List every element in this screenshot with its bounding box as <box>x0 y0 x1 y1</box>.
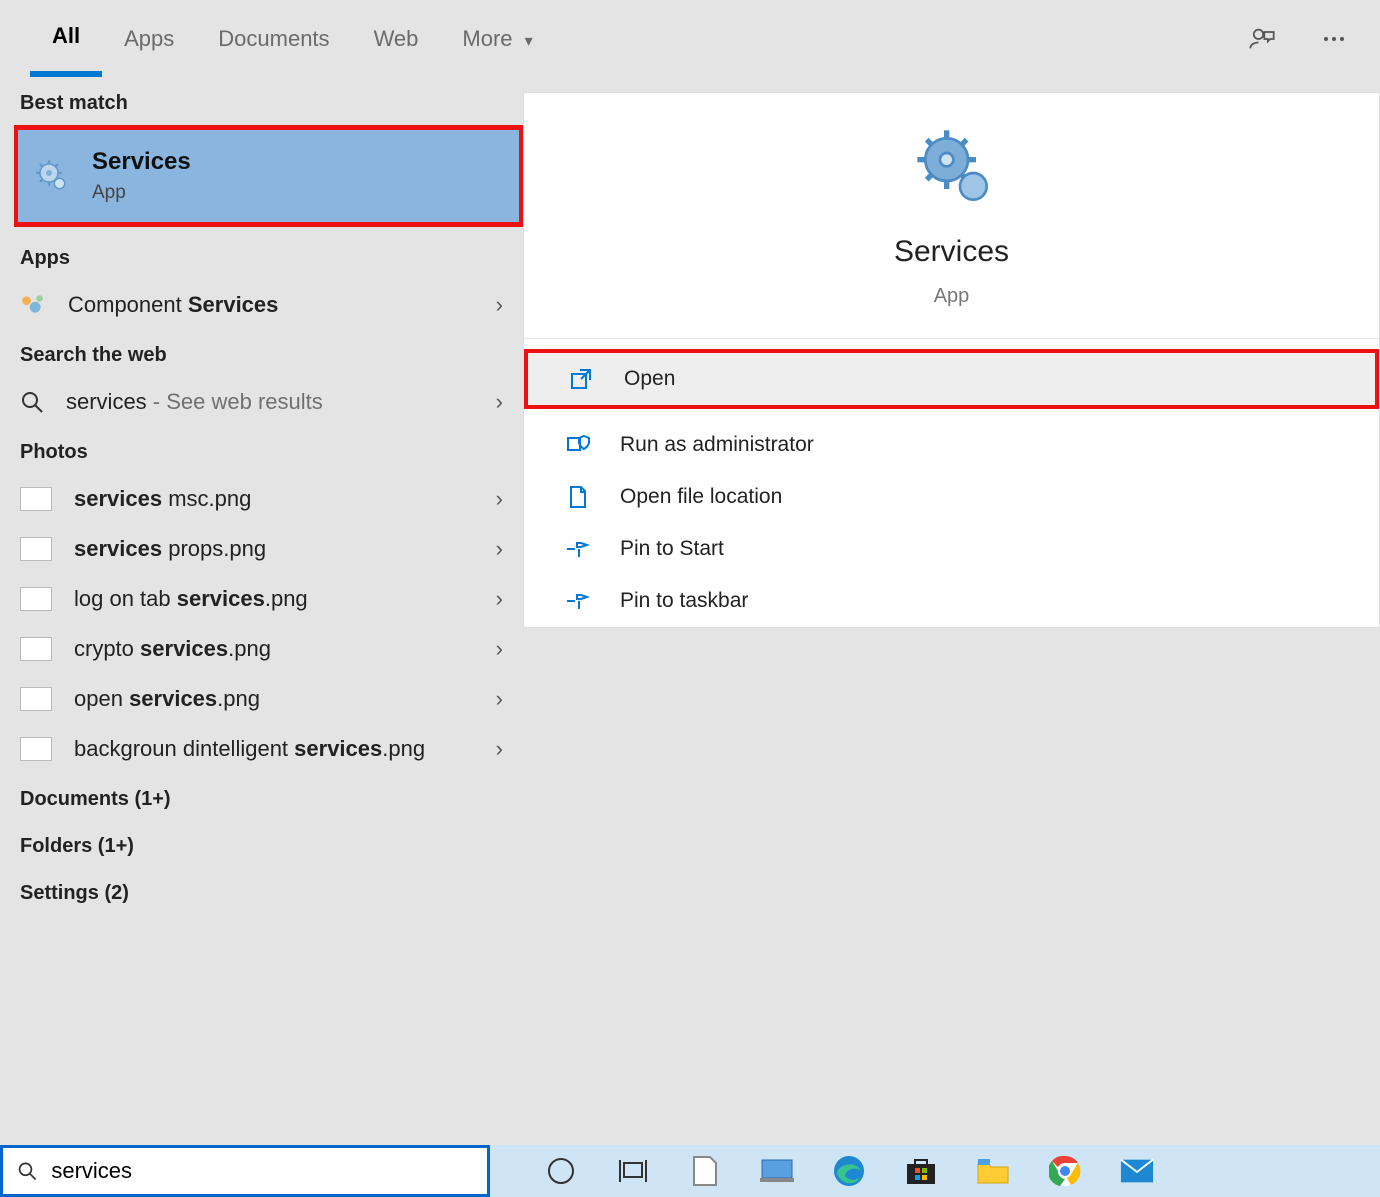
image-thumbnail-icon <box>20 487 52 511</box>
tab-apps[interactable]: Apps <box>102 4 196 74</box>
best-match-title: Services <box>92 148 191 176</box>
action-label: Open file location <box>620 485 782 509</box>
result-photo[interactable]: log on tab services.png › <box>0 574 523 624</box>
file-explorer-icon[interactable] <box>976 1154 1010 1188</box>
section-settings[interactable]: Settings (2) <box>0 868 523 915</box>
cortana-icon[interactable] <box>544 1154 578 1188</box>
chevron-down-icon: ▾ <box>525 33 533 50</box>
action-run-as-admin[interactable]: Run as administrator <box>524 419 1379 471</box>
chevron-right-icon: › <box>496 586 503 612</box>
result-label: services - See web results <box>66 389 323 415</box>
shield-icon <box>564 433 592 457</box>
action-label: Pin to Start <box>620 537 724 561</box>
chevron-right-icon: › <box>496 292 503 318</box>
preview-subtitle: App <box>934 285 970 308</box>
result-photo[interactable]: crypto services.png › <box>0 624 523 674</box>
libreoffice-icon[interactable] <box>688 1154 722 1188</box>
tab-more[interactable]: More ▾ <box>440 4 554 74</box>
section-best-match: Best match <box>0 78 523 125</box>
result-label: open services.png <box>74 686 260 712</box>
result-label: services msc.png <box>74 486 251 512</box>
result-label: crypto services.png <box>74 636 271 662</box>
result-photo[interactable]: backgroun dintelligent services.png › <box>0 724 523 774</box>
section-documents[interactable]: Documents (1+) <box>0 774 523 821</box>
image-thumbnail-icon <box>20 737 52 761</box>
action-open[interactable]: Open <box>524 349 1379 409</box>
chevron-right-icon: › <box>496 389 503 415</box>
edge-icon[interactable] <box>832 1154 866 1188</box>
result-photo[interactable]: services msc.png › <box>0 474 523 524</box>
preview-actions: Open Run as administrator Open file loca… <box>524 349 1379 627</box>
action-open-file-location[interactable]: Open file location <box>524 471 1379 523</box>
folder-icon <box>564 485 592 509</box>
open-icon <box>568 367 596 391</box>
best-match-subtitle: App <box>92 182 191 204</box>
tab-all[interactable]: All <box>30 1 102 77</box>
preview-title: Services <box>894 235 1009 269</box>
taskbar-search[interactable] <box>0 1145 490 1197</box>
search-tabs: All Apps Documents Web More ▾ <box>0 0 1380 78</box>
result-label: services props.png <box>74 536 266 562</box>
section-web: Search the web <box>0 330 523 377</box>
image-thumbnail-icon <box>20 537 52 561</box>
search-icon <box>20 390 44 414</box>
chevron-right-icon: › <box>496 636 503 662</box>
task-view-icon[interactable] <box>616 1154 650 1188</box>
gear-icon <box>34 158 70 194</box>
more-options-icon[interactable] <box>1318 23 1350 55</box>
section-apps: Apps <box>0 233 523 280</box>
search-icon <box>17 1160 37 1182</box>
action-label: Pin to taskbar <box>620 589 748 613</box>
result-label: backgroun dintelligent services.png <box>74 736 425 762</box>
chevron-right-icon: › <box>496 686 503 712</box>
store-icon[interactable] <box>904 1154 938 1188</box>
action-label: Run as administrator <box>620 433 814 457</box>
preview-pane: Services App Open Run as administrator O… <box>523 78 1380 1145</box>
result-label: log on tab services.png <box>74 586 308 612</box>
result-app-component-services[interactable]: Component Services › <box>0 280 523 330</box>
image-thumbnail-icon <box>20 587 52 611</box>
results-list: Best match Services App Apps Component S… <box>0 78 523 1145</box>
result-label: Component Services <box>68 292 278 318</box>
tab-documents[interactable]: Documents <box>196 4 351 74</box>
pin-icon <box>564 589 592 613</box>
action-label: Open <box>624 367 675 391</box>
action-pin-to-start[interactable]: Pin to Start <box>524 523 1379 575</box>
feedback-icon[interactable] <box>1246 23 1278 55</box>
pin-icon <box>564 537 592 561</box>
tab-more-label: More <box>462 26 512 51</box>
chevron-right-icon: › <box>496 486 503 512</box>
result-photo[interactable]: open services.png › <box>0 674 523 724</box>
mail-icon[interactable] <box>1120 1154 1154 1188</box>
result-photo[interactable]: services props.png › <box>0 524 523 574</box>
component-services-icon <box>20 292 46 318</box>
best-match-result[interactable]: Services App <box>14 125 523 227</box>
chevron-right-icon: › <box>496 736 503 762</box>
result-web-search[interactable]: services - See web results › <box>0 377 523 427</box>
image-thumbnail-icon <box>20 687 52 711</box>
chrome-icon[interactable] <box>1048 1154 1082 1188</box>
image-thumbnail-icon <box>20 637 52 661</box>
chevron-right-icon: › <box>496 536 503 562</box>
tab-web[interactable]: Web <box>352 4 441 74</box>
search-input[interactable] <box>51 1158 473 1184</box>
action-pin-to-taskbar[interactable]: Pin to taskbar <box>524 575 1379 627</box>
gear-icon <box>912 125 992 205</box>
section-photos: Photos <box>0 427 523 474</box>
computer-icon[interactable] <box>760 1154 794 1188</box>
section-folders[interactable]: Folders (1+) <box>0 821 523 868</box>
taskbar <box>0 1145 1380 1197</box>
